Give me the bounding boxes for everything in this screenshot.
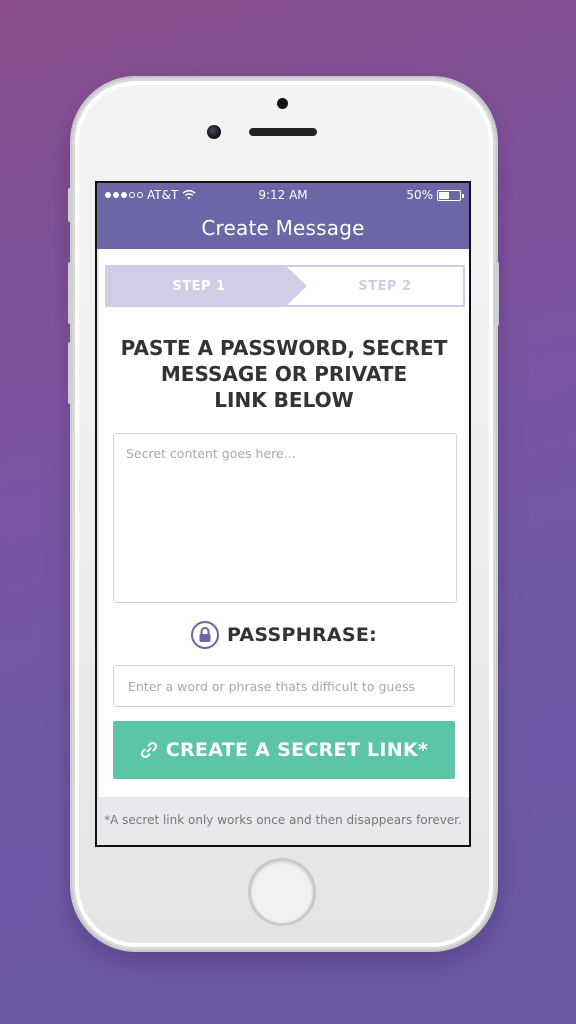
secret-content-textarea[interactable]: Secret content goes here... [113, 433, 457, 603]
step-indicator: STEP 1 STEP 2 [105, 265, 465, 307]
status-bar: AT&T 9:12 AM 50% [97, 183, 469, 207]
create-secret-link-button[interactable]: CREATE A SECRET LINK* [113, 721, 455, 779]
passphrase-placeholder: Enter a word or phrase thats difficult t… [128, 678, 416, 694]
passphrase-label: PASSPHRASE: [226, 624, 378, 646]
create-message-card: STEP 1 STEP 2 PASTE A PASSWORD, SECRET M… [99, 249, 469, 797]
power-button [494, 262, 499, 326]
status-bar-left: AT&T [105, 188, 196, 202]
status-time: 9:12 AM [258, 188, 308, 202]
step-1-tab[interactable]: STEP 1 [107, 267, 307, 305]
step-2-tab[interactable]: STEP 2 [307, 267, 463, 305]
footnote: *A secret link only works once and then … [104, 813, 462, 827]
link-icon [140, 742, 157, 758]
page-title: Create Message [201, 216, 365, 240]
step-2-label: STEP 2 [358, 278, 412, 294]
heading-line-2: MESSAGE OR PRIVATE [160, 362, 408, 386]
battery-percent: 50% [406, 188, 433, 202]
phone-screen: AT&T 9:12 AM 50% Create Message STEP 1 S… [95, 181, 471, 847]
mute-switch [68, 188, 73, 222]
carrier-name: AT&T [147, 188, 179, 202]
proximity-sensor [277, 98, 288, 109]
wifi-icon [182, 190, 196, 200]
home-button[interactable] [248, 858, 316, 926]
front-camera [207, 125, 221, 139]
heading-line-3: LINK BELOW [214, 388, 354, 412]
instruction-heading: PASTE A PASSWORD, SECRET MESSAGE OR PRIV… [119, 335, 449, 413]
earpiece-speaker [249, 128, 317, 136]
passphrase-input[interactable]: Enter a word or phrase thats difficult t… [113, 665, 455, 707]
signal-strength-icon [105, 192, 143, 198]
status-bar-right: 50% [406, 188, 464, 202]
step-1-label: STEP 1 [172, 278, 226, 294]
volume-up-button [68, 262, 73, 324]
battery-icon [437, 189, 464, 201]
secret-content-placeholder: Secret content goes here... [126, 446, 296, 461]
nav-bar: Create Message [97, 207, 469, 249]
volume-down-button [68, 342, 73, 404]
passphrase-heading: PASSPHRASE: [99, 621, 469, 649]
cta-label: CREATE A SECRET LINK* [165, 739, 429, 761]
heading-line-1: PASTE A PASSWORD, SECRET [120, 336, 448, 360]
lock-icon [190, 621, 219, 649]
